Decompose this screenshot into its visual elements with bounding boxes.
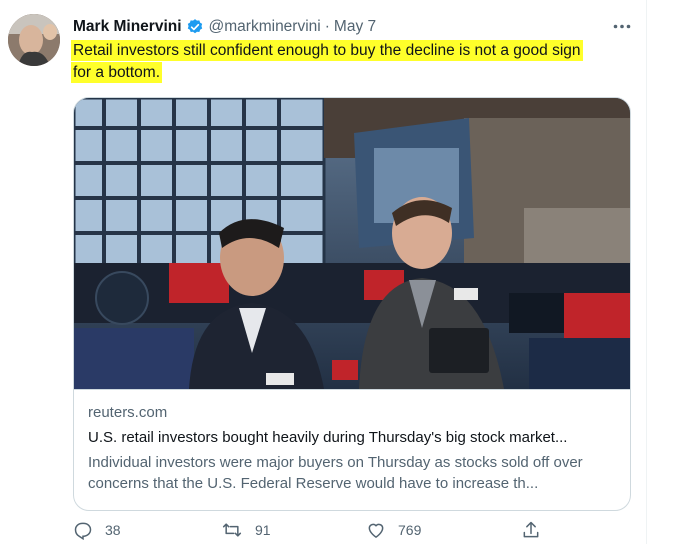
like-count: 769 xyxy=(398,522,422,538)
header-separator: · xyxy=(324,18,330,35)
share-icon xyxy=(523,521,539,538)
tweet-header: Mark Minervini @markminervini · May 7 xyxy=(73,16,376,38)
retweet-icon xyxy=(222,523,242,537)
like-button[interactable]: 769 xyxy=(366,520,421,540)
card-body: reuters.com U.S. retail investors bought… xyxy=(74,389,630,510)
share-button[interactable] xyxy=(521,520,541,540)
tweet-text-line-2: for a bottom. xyxy=(73,64,161,81)
verified-badge-icon xyxy=(186,18,204,36)
reply-icon xyxy=(74,522,92,540)
retweet-button[interactable]: 91 xyxy=(221,520,271,540)
tweet-date[interactable]: May 7 xyxy=(334,18,376,36)
avatar[interactable] xyxy=(8,14,60,66)
author-name[interactable]: Mark Minervini xyxy=(73,18,182,36)
retweet-count: 91 xyxy=(255,522,271,538)
tweet-text: Retail investors still confident enough … xyxy=(73,40,633,84)
card-description: Individual investors were major buyers o… xyxy=(88,454,583,492)
tweet-text-line-1: Retail investors still confident enough … xyxy=(73,42,581,59)
heart-icon xyxy=(368,523,384,538)
card-title: U.S. retail investors bought heavily dur… xyxy=(88,429,568,446)
card-domain: reuters.com xyxy=(88,404,168,421)
link-card[interactable]: reuters.com U.S. retail investors bought… xyxy=(73,97,631,511)
reply-button[interactable]: 38 xyxy=(73,520,121,540)
author-handle[interactable]: @markminervini xyxy=(209,18,321,36)
more-options-icon[interactable] xyxy=(611,18,633,34)
reply-count: 38 xyxy=(105,522,121,538)
timeline-divider xyxy=(646,0,647,544)
tweet-actions: 38 91 769 xyxy=(73,520,553,544)
card-image xyxy=(74,98,630,389)
